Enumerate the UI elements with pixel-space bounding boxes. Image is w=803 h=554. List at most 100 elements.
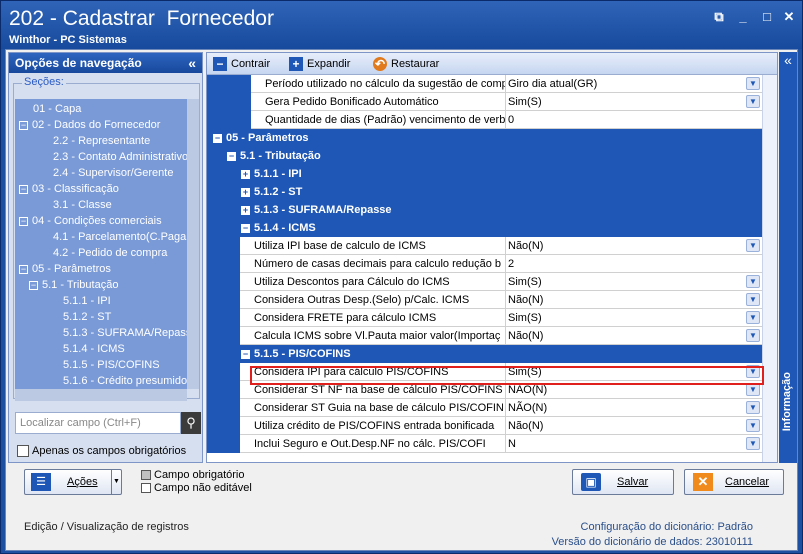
tree-item[interactable]: 2.2 - Representante [39, 133, 150, 149]
grid-field-value[interactable]: N ▼ [505, 435, 762, 453]
grid-field-row[interactable]: Utiliza crédito de PIS/COFINS entrada bo… [207, 417, 762, 435]
tree-item[interactable]: 2.3 - Contato Administrativo [39, 149, 187, 165]
grid-field-value[interactable]: Sim(S) ▼ [505, 273, 762, 291]
grid-field-value[interactable]: 2 [505, 255, 762, 273]
tree-item[interactable]: 5.1.5 - PIS/COFINS [49, 357, 160, 373]
grid-field-row[interactable]: Gera Pedido Bonificado Automático Sim(S) ▼ [207, 93, 762, 111]
tree-item[interactable]: −02 - Dados do Fornecedor [19, 117, 160, 133]
grid-field-row[interactable]: Inclui Seguro e Out.Desp.NF no cálc. PIS… [207, 435, 762, 453]
close-icon[interactable]: ✕ [781, 9, 797, 25]
tree-item[interactable]: 5.1.6 - Crédito presumido [49, 373, 187, 389]
tree-toggle-icon[interactable]: − [29, 281, 38, 290]
search-field-input[interactable]: Localizar campo (Ctrl+F) [15, 412, 181, 434]
grid-field-value[interactable]: Não(N) ▼ [505, 327, 762, 345]
grid-field-value[interactable]: Sim(S) ▼ [505, 93, 762, 111]
restore-button[interactable]: ↶ Restaurar [373, 56, 439, 72]
grid-field-row[interactable]: Número de casas decimais para calculo re… [207, 255, 762, 273]
grid-field-row[interactable]: Utiliza Descontos para Cálculo do ICMS Si… [207, 273, 762, 291]
grid-field-row[interactable]: Calcula ICMS sobre Vl.Pauta maior valor(… [207, 327, 762, 345]
tree-toggle-icon[interactable]: − [19, 217, 28, 226]
grid-indent [207, 219, 235, 237]
dropdown-arrow-icon[interactable]: ▼ [111, 470, 121, 494]
tree-item[interactable]: 3.1 - Classe [39, 197, 112, 213]
grid-field-value[interactable]: Giro dia atual(GR) ▼ [505, 75, 762, 93]
tree-toggle-icon[interactable]: − [19, 265, 28, 274]
grid-field-row[interactable]: Considera FRETE para cálculo ICMS Sim(S) ▼ [207, 309, 762, 327]
expand-button[interactable]: + Expandir [289, 56, 350, 72]
grid-toggle-icon[interactable]: − [227, 152, 236, 161]
dropdown-chevron-icon[interactable]: ▼ [746, 419, 760, 432]
grid-toggle-icon[interactable]: + [241, 170, 250, 179]
tree-item[interactable]: −03 - Classificação [19, 181, 119, 197]
grid-toggle-icon[interactable]: − [213, 134, 222, 143]
collapse-info-icon[interactable]: « [779, 52, 797, 68]
tree-item[interactable]: 4.2 - Pedido de compra [39, 245, 167, 261]
tree-item[interactable]: 5.1.2 - ST [49, 309, 111, 325]
restore-window-icon[interactable]: ⧉ [711, 9, 727, 25]
tree-horizontal-scrollbar[interactable] [15, 389, 187, 401]
tree-item[interactable]: 5.1.1 - IPI [49, 293, 111, 309]
grid-field-label: Utiliza crédito de PIS/COFINS entrada bo… [240, 417, 505, 435]
grid-vertical-scrollbar[interactable] [762, 75, 777, 462]
grid-field-row[interactable]: Quantidade de dias (Padrão) vencimento d… [207, 111, 762, 129]
tree-item[interactable]: −04 - Condições comerciais [19, 213, 162, 229]
actions-button[interactable]: ☰ Ações ▼ [24, 469, 122, 495]
dropdown-chevron-icon[interactable]: ▼ [746, 401, 760, 414]
field-legend: Campo obrigatório Campo não editável [141, 469, 252, 495]
dropdown-chevron-icon[interactable]: ▼ [746, 311, 760, 324]
dropdown-chevron-icon[interactable]: ▼ [746, 95, 760, 108]
grid-field-value-text: Sim(S) [508, 96, 542, 108]
tree-item[interactable]: 2.4 - Supervisor/Gerente [39, 165, 173, 181]
grid-field-value[interactable]: NÃO(N) ▼ [505, 399, 762, 417]
tree-item[interactable]: 5.1.3 - SUFRAMA/Repasse [49, 325, 187, 341]
tree-item[interactable]: 01 - Capa [19, 101, 81, 117]
checkbox-box[interactable] [17, 445, 29, 458]
grid-toggle-icon[interactable]: + [241, 188, 250, 197]
legend-required-swatch [141, 470, 151, 481]
grid-category-row[interactable]: −5.1 - Tributação [207, 147, 762, 165]
grid-toggle-icon[interactable]: − [241, 350, 250, 359]
collapse-panel-icon[interactable]: « [188, 53, 196, 73]
dictionary-config-row: Configuração do dicionário: Padrão [552, 520, 753, 535]
grid-toggle-icon[interactable]: − [241, 224, 250, 233]
grid-field-row[interactable]: Utiliza IPI base de calculo de ICMS Não(N… [207, 237, 762, 255]
grid-field-value[interactable]: Sim(S) ▼ [505, 309, 762, 327]
search-icon[interactable]: ⚲ [181, 412, 201, 434]
dropdown-chevron-icon[interactable]: ▼ [746, 329, 760, 342]
grid-category-row[interactable]: +5.1.2 - ST [207, 183, 762, 201]
minimize-icon[interactable]: _ [735, 9, 751, 25]
tree-item[interactable]: −05 - Parâmetros [19, 261, 111, 277]
tree-toggle-icon[interactable]: − [19, 121, 28, 130]
grid-field-value[interactable]: Não(N) ▼ [505, 237, 762, 255]
cancel-button[interactable]: ✕ Cancelar [684, 469, 784, 495]
tree-item[interactable]: −5.1 - Tributação [29, 277, 118, 293]
collapse-button[interactable]: − Contrair [213, 56, 270, 72]
tree-item[interactable]: 4.1 - Parcelamento(C.Pagar) [39, 229, 187, 245]
grid-category-row[interactable]: −05 - Parâmetros [207, 129, 762, 147]
grid-field-value[interactable]: Não(N) ▼ [505, 417, 762, 435]
maximize-icon[interactable]: □ [759, 9, 775, 25]
grid-field-value[interactable]: Não(N) ▼ [505, 291, 762, 309]
save-label: Salvar [617, 476, 649, 488]
info-side-tab[interactable]: « Informação [779, 52, 797, 463]
grid-field-row[interactable]: Considerar ST Guia na base de cálculo PI… [207, 399, 762, 417]
grid-category-row[interactable]: +5.1.3 - SUFRAMA/Repasse [207, 201, 762, 219]
dropdown-chevron-icon[interactable]: ▼ [746, 275, 760, 288]
tree-vertical-scrollbar[interactable] [187, 99, 199, 389]
grid-category-row[interactable]: −5.1.5 - PIS/COFINS [207, 345, 762, 363]
dropdown-chevron-icon[interactable]: ▼ [746, 77, 760, 90]
grid-field-row[interactable]: Período utilizado no cálculo da sugestão… [207, 75, 762, 93]
grid-field-value[interactable]: 0 [505, 111, 762, 129]
sections-tree[interactable]: 01 - Capa −02 - Dados do Fornecedor 2.2 - … [15, 99, 187, 389]
grid-category-row[interactable]: −5.1.4 - ICMS [207, 219, 762, 237]
tree-item[interactable]: 5.1.4 - ICMS [49, 341, 125, 357]
dropdown-chevron-icon[interactable]: ▼ [746, 239, 760, 252]
tree-toggle-icon[interactable]: − [19, 185, 28, 194]
dropdown-chevron-icon[interactable]: ▼ [746, 293, 760, 306]
dropdown-chevron-icon[interactable]: ▼ [746, 437, 760, 450]
grid-field-row[interactable]: Considera Outras Desp.(Selo) p/Calc. ICM… [207, 291, 762, 309]
save-button[interactable]: ▣ Salvar [572, 469, 674, 495]
grid-category-row[interactable]: +5.1.1 - IPI [207, 165, 762, 183]
only-required-checkbox[interactable]: Apenas os campos obrigatórios [17, 445, 186, 458]
grid-toggle-icon[interactable]: + [241, 206, 250, 215]
